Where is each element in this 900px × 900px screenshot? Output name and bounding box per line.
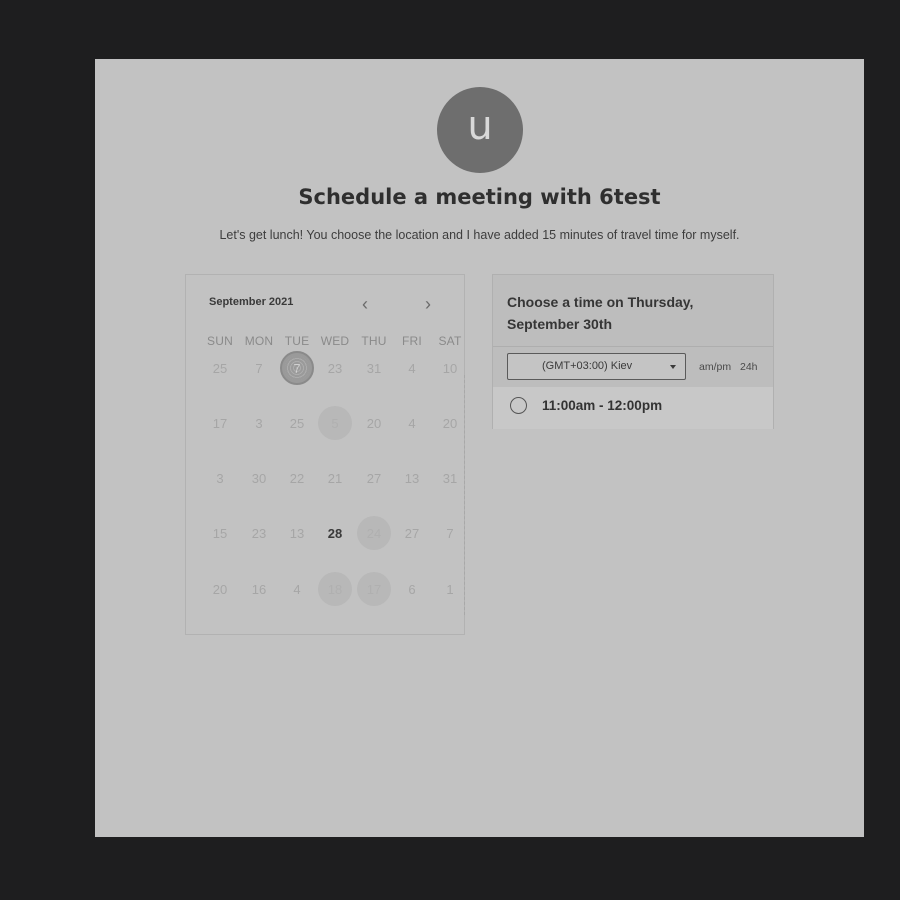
calendar-day: 20: [442, 415, 458, 431]
weekday-label: SUN: [207, 334, 233, 348]
calendar-day: 23: [327, 360, 343, 376]
calendar-day: 22: [289, 470, 305, 486]
calendar-day: 7: [446, 525, 454, 541]
avatar-initial: u: [467, 103, 493, 149]
calendar-day[interactable]: 17: [357, 572, 391, 606]
calendar-day[interactable]: 5: [318, 406, 352, 440]
calendar-day: 4: [408, 415, 416, 431]
calendar-day: 25: [212, 360, 228, 376]
time-panel-heading-line1: Choose a time on Thursday,: [507, 294, 694, 310]
format-ampm-toggle[interactable]: am/pm: [699, 361, 731, 373]
calendar-day: 27: [404, 525, 420, 541]
host-avatar: u: [437, 87, 523, 173]
calendar-day: 20: [212, 581, 228, 597]
calendar-day[interactable]: 24: [357, 516, 391, 550]
time-slot-label: 11:00am - 12:00pm: [542, 398, 663, 413]
weekday-header: SUN MON TUE WED THU FRI SAT: [199, 334, 461, 350]
calendar-edge-divider: [464, 375, 467, 615]
calendar-month-label: September 2021: [209, 296, 294, 308]
format-24h-toggle[interactable]: 24h: [740, 361, 758, 373]
weekday-label: SAT: [438, 334, 462, 348]
calendar-day: 17: [212, 415, 228, 431]
calendar-day: 15: [212, 525, 228, 541]
weekday-label: FRI: [402, 334, 422, 348]
calendar-day: 13: [289, 525, 305, 541]
weekday-label: WED: [320, 334, 350, 348]
calendar-day: 4: [408, 360, 416, 376]
calendar-day: 16: [251, 581, 267, 597]
radio-circle-icon[interactable]: [510, 397, 527, 414]
calendar-day: 31: [366, 360, 382, 376]
weekday-label: MON: [244, 334, 274, 348]
date-picker-calendar: September 2021 ‹ › SUN MON TUE WED THU FRI SAT…: [185, 274, 465, 635]
calendar-day: 25: [289, 415, 305, 431]
calendar-day-selected[interactable]: 7: [280, 351, 314, 385]
calendar-day: 30: [251, 470, 267, 486]
calendar-day: 13: [404, 470, 420, 486]
calendar-day: 21: [327, 470, 343, 486]
calendar-day[interactable]: 18: [318, 572, 352, 606]
calendar-day: 20: [366, 415, 382, 431]
timezone-select[interactable]: (GMT+03:00) Kiev: [507, 353, 686, 380]
previous-month-chevron-icon[interactable]: ‹: [357, 295, 373, 313]
calendar-day: 23: [251, 525, 267, 541]
calendar-day: 7: [255, 360, 263, 376]
calendar-day: 6: [408, 581, 416, 597]
time-slot-panel: Choose a time on Thursday, September 30t…: [492, 274, 774, 429]
calendar-day: 3: [216, 470, 224, 486]
calendar-day: 3: [255, 415, 263, 431]
next-month-chevron-icon[interactable]: ›: [420, 295, 436, 313]
calendar-day: 27: [366, 470, 382, 486]
divider: [493, 346, 773, 347]
booking-page: u Schedule a meeting with 6test Let's ge…: [95, 59, 864, 837]
calendar-day: 10: [442, 360, 458, 376]
calendar-day[interactable]: 28: [318, 516, 352, 550]
page-title: Schedule a meeting with 6test: [298, 185, 661, 209]
caret-down-icon: [670, 365, 676, 369]
time-panel-heading: Choose a time on Thursday, September 30t…: [507, 291, 757, 335]
calendar-day: 4: [293, 581, 301, 597]
weekday-label: THU: [361, 334, 387, 348]
weekday-label: TUE: [284, 334, 310, 348]
timezone-value: (GMT+03:00) Kiev: [542, 360, 633, 372]
time-panel-heading-line2: September 30th: [507, 316, 613, 332]
calendar-day: 31: [442, 470, 458, 486]
calendar-day: 1: [446, 581, 454, 597]
time-slot-option[interactable]: 11:00am - 12:00pm: [493, 387, 773, 429]
event-description: Let's get lunch! You choose the location…: [219, 228, 740, 242]
